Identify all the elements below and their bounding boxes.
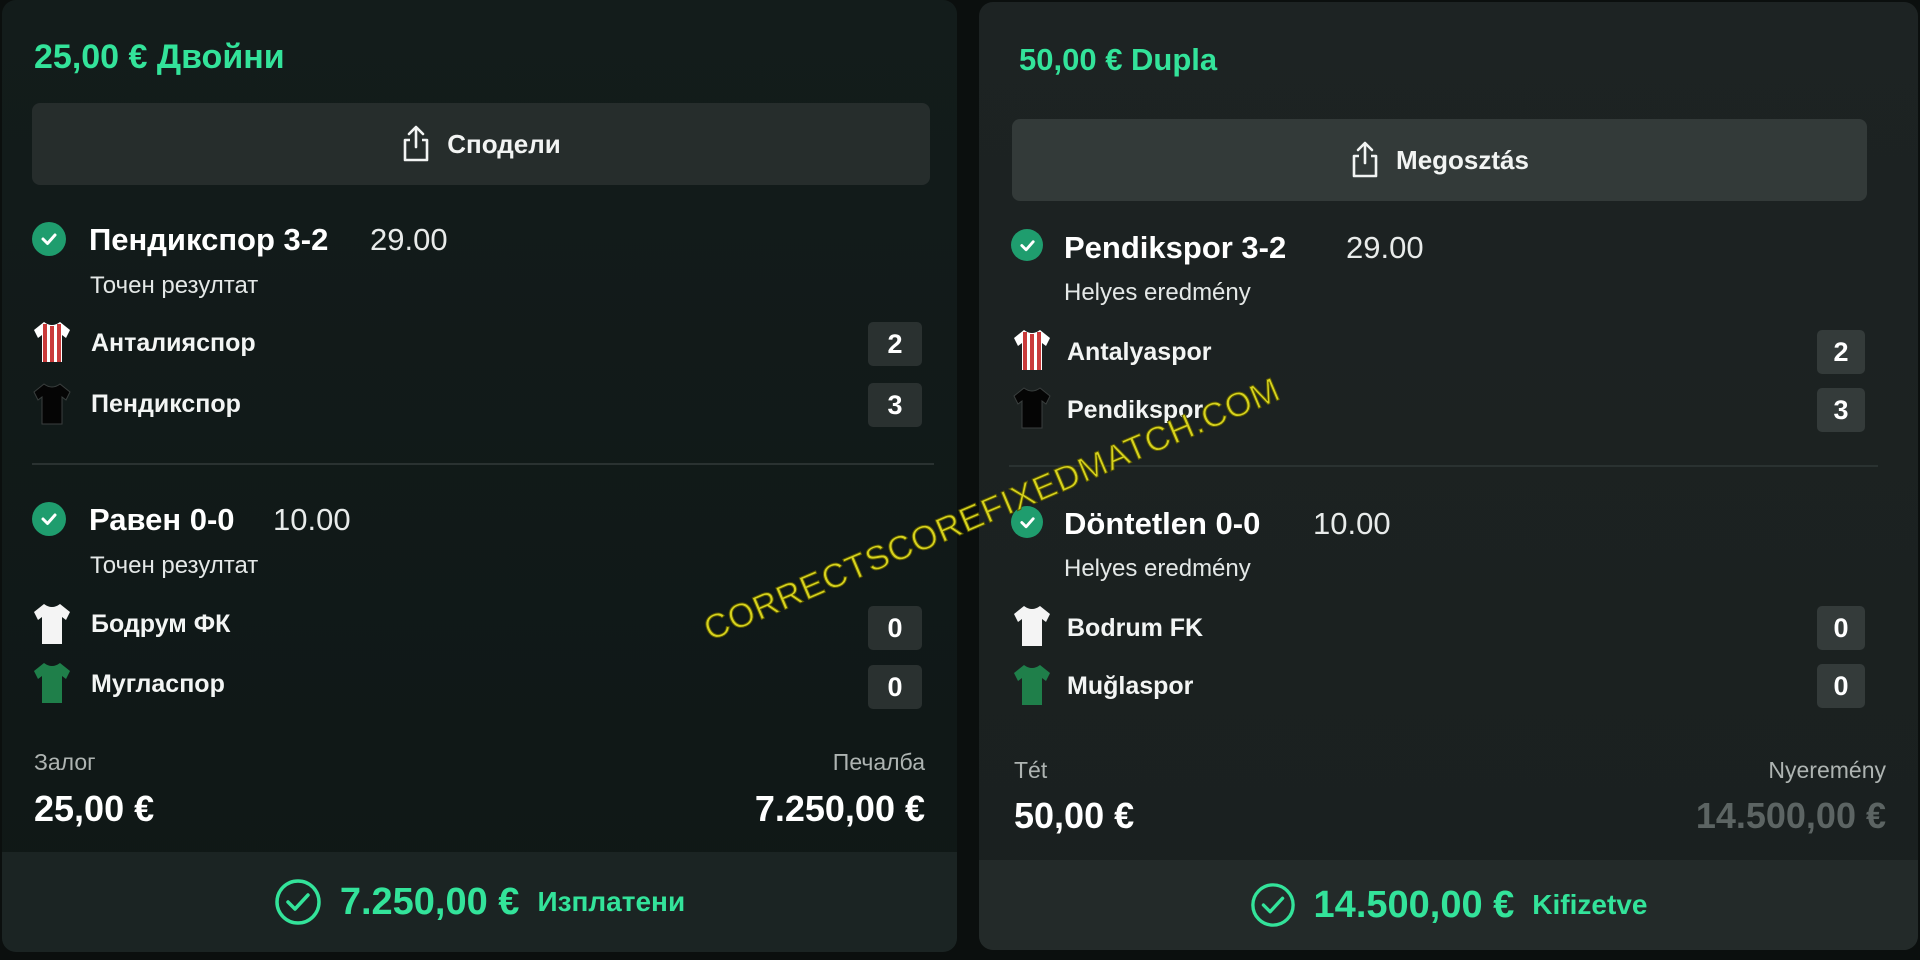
selection-name: Равен 0-0	[89, 502, 235, 537]
check-icon	[1011, 229, 1043, 261]
selection-odds: 29.00	[370, 222, 448, 257]
jersey-white-icon	[34, 604, 70, 644]
stake-label: Tét	[1014, 757, 1048, 783]
jersey-white-icon	[1014, 606, 1050, 646]
winnings-label: Nyeremény	[1768, 757, 1886, 783]
jersey-green-icon	[34, 663, 70, 703]
home-team-name: Antalyaspor	[1067, 338, 1212, 366]
home-team-name: Бодрум ФК	[91, 610, 231, 638]
market-label: Точен резултат	[90, 272, 259, 299]
check-circle-icon	[275, 879, 321, 925]
jersey-red-white-icon	[1014, 330, 1050, 370]
home-score: 2	[1817, 330, 1865, 374]
jersey-black-icon	[33, 383, 71, 425]
home-score: 2	[868, 322, 922, 366]
check-circle-icon	[1250, 883, 1295, 927]
away-team-name: Пендикспор	[91, 390, 241, 418]
market-label: Helyes eredmény	[1064, 555, 1251, 582]
home-score: 0	[1817, 606, 1865, 650]
winnings-label: Печалба	[832, 749, 925, 775]
away-score: 0	[868, 665, 922, 709]
away-score: 0	[1817, 664, 1865, 708]
jersey-green-icon	[1014, 665, 1050, 705]
check-icon	[32, 502, 66, 536]
market-label: Helyes eredmény	[1064, 279, 1251, 306]
payout-amount: 7.250,00 €	[339, 880, 520, 923]
home-score: 0	[868, 606, 922, 650]
payout-footer: 7.250,00 € Изплатени	[2, 852, 957, 952]
payout-amount: 14.500,00 €	[1313, 883, 1515, 926]
share-button-label: Сподели	[447, 128, 561, 159]
stake-amount: 25,00 €	[34, 788, 155, 829]
selection-name: Pendikspor 3-2	[1064, 230, 1287, 265]
payout-status: Изплатени	[537, 886, 686, 917]
divider	[32, 463, 934, 465]
home-team-name: Анталияспор	[91, 329, 256, 357]
away-score: 3	[868, 383, 922, 427]
bet-slip-card-left: 25,00 € Двойни Сподели Пендикспор 3-2 29…	[2, 0, 957, 952]
selection-odds: 29.00	[1346, 230, 1424, 265]
jersey-black-icon	[1013, 387, 1051, 429]
payout-footer: 14.500,00 € Kifizetve	[979, 860, 1918, 950]
share-button-label: Megosztás	[1396, 144, 1529, 175]
home-team-name: Bodrum FK	[1067, 614, 1204, 642]
share-icon	[403, 125, 429, 162]
selection-name: Döntetlen 0-0	[1064, 506, 1261, 541]
stake-label: Залог	[34, 749, 96, 775]
away-score: 3	[1817, 388, 1865, 432]
check-icon	[32, 222, 66, 256]
winnings-amount: 7.250,00 €	[754, 788, 925, 829]
selection-odds: 10.00	[1313, 506, 1391, 541]
stake-amount: 50,00 €	[1014, 795, 1135, 836]
bet-title: 50,00 € Dupla	[1019, 42, 1218, 77]
payout-status: Kifizetve	[1532, 889, 1648, 920]
bet-title: 25,00 € Двойни	[34, 38, 285, 76]
market-label: Точен резултат	[90, 552, 259, 579]
winnings-amount: 14.500,00 €	[1695, 795, 1886, 836]
away-team-name: Muğlaspor	[1067, 672, 1194, 700]
jersey-red-white-icon	[34, 322, 70, 362]
share-icon	[1352, 141, 1378, 178]
selection-odds: 10.00	[273, 502, 351, 537]
selection-name: Пендикспор 3-2	[89, 222, 329, 257]
share-button[interactable]: Megosztás	[1012, 119, 1867, 201]
away-team-name: Мугласпор	[91, 670, 225, 698]
share-button[interactable]: Сподели	[32, 103, 930, 185]
